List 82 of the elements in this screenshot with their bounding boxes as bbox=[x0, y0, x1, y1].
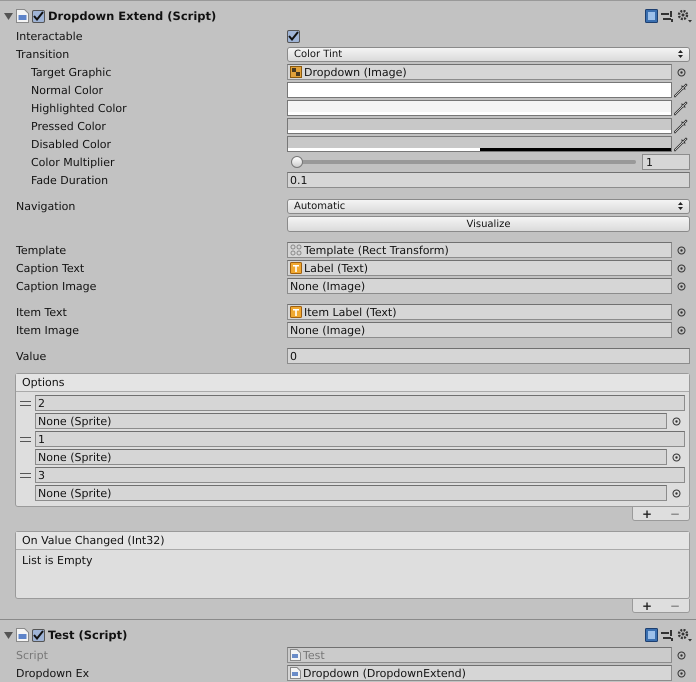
eyedropper-icon[interactable] bbox=[674, 82, 688, 98]
add-button[interactable]: + bbox=[642, 600, 652, 612]
property-label: Caption Text bbox=[15, 262, 86, 274]
object-field[interactable]: None (Image) bbox=[287, 278, 672, 294]
dropdown-arrows-icon bbox=[678, 202, 683, 210]
rect-transform-icon bbox=[290, 244, 302, 256]
object-field[interactable]: None (Sprite) bbox=[35, 449, 667, 465]
dropdown[interactable]: Automatic bbox=[287, 198, 690, 214]
slider-thumb[interactable] bbox=[291, 156, 303, 168]
object-picker-icon[interactable] bbox=[672, 416, 680, 426]
color-field[interactable] bbox=[287, 118, 672, 134]
object-field[interactable]: None (Image) bbox=[287, 322, 672, 338]
foldout-arrow-icon[interactable] bbox=[4, 630, 13, 640]
property-label: Pressed Color bbox=[30, 120, 107, 132]
object-field[interactable]: Template (Rect Transform) bbox=[287, 242, 672, 258]
script-file-icon bbox=[290, 649, 301, 661]
object-field[interactable]: Dropdown (DropdownExtend) bbox=[287, 665, 672, 681]
text-component-icon bbox=[290, 306, 302, 318]
sliders-icon[interactable] bbox=[661, 628, 674, 642]
property-label: Fade Duration bbox=[30, 174, 110, 186]
event-header: On Value Changed (Int32) bbox=[16, 532, 689, 550]
property-label: Highlighted Color bbox=[30, 102, 128, 114]
foldout-arrow-icon[interactable] bbox=[4, 12, 13, 20]
script-file-icon bbox=[290, 667, 301, 679]
property-label: Transition bbox=[15, 48, 70, 60]
text-field[interactable]: 2 bbox=[35, 395, 685, 411]
text-field[interactable]: 1 bbox=[35, 431, 685, 447]
property-label: Interactable bbox=[15, 30, 84, 42]
settings-icon[interactable] bbox=[677, 9, 692, 23]
script-file-icon bbox=[16, 9, 29, 23]
property-label: Color Multiplier bbox=[30, 156, 116, 168]
sliders-icon[interactable] bbox=[661, 10, 674, 22]
component-title: Test (Script) bbox=[48, 628, 128, 642]
property-label: Caption Image bbox=[15, 280, 98, 292]
property-label: Target Graphic bbox=[30, 66, 112, 78]
empty-list-text: List is Empty bbox=[22, 554, 92, 567]
number-field[interactable]: 0.1 bbox=[287, 172, 690, 188]
property-label: Item Image bbox=[15, 324, 80, 336]
property-label: Script bbox=[15, 648, 49, 662]
add-button[interactable]: + bbox=[642, 508, 652, 520]
text-field[interactable]: 3 bbox=[35, 467, 685, 483]
enabled-checkbox[interactable] bbox=[32, 10, 45, 22]
number-field[interactable]: 1 bbox=[642, 154, 690, 170]
settings-icon[interactable] bbox=[677, 628, 692, 642]
property-label: Normal Color bbox=[30, 84, 104, 96]
eyedropper-icon[interactable] bbox=[674, 136, 688, 152]
visualize-button[interactable]: Visualize bbox=[287, 216, 690, 232]
drag-handle-icon[interactable] bbox=[20, 401, 31, 406]
property-label: Dropdown Ex bbox=[15, 666, 90, 680]
color-field[interactable] bbox=[287, 82, 672, 98]
object-field[interactable]: None (Sprite) bbox=[35, 413, 667, 429]
object-picker-icon[interactable] bbox=[676, 68, 686, 76]
slider[interactable] bbox=[291, 156, 636, 168]
object-field[interactable]: None (Sprite) bbox=[35, 485, 667, 501]
component-title: Dropdown Extend (Script) bbox=[48, 9, 218, 23]
color-field[interactable] bbox=[287, 136, 672, 152]
script-file-icon bbox=[16, 628, 29, 642]
dropdown-arrows-icon bbox=[678, 50, 683, 58]
object-field[interactable]: Dropdown (Image) bbox=[287, 64, 672, 80]
help-book-icon[interactable] bbox=[645, 9, 658, 23]
eyedropper-icon[interactable] bbox=[674, 100, 688, 116]
property-label: Value bbox=[15, 350, 48, 362]
object-picker-icon[interactable] bbox=[672, 452, 680, 462]
property-label: Navigation bbox=[15, 200, 76, 212]
object-field[interactable]: Item Label (Text) bbox=[287, 304, 672, 320]
enabled-checkbox[interactable] bbox=[32, 628, 45, 642]
object-field[interactable]: Label (Text) bbox=[287, 260, 672, 276]
number-field[interactable]: 0 bbox=[287, 348, 690, 364]
checkbox[interactable] bbox=[287, 30, 300, 42]
help-book-icon[interactable] bbox=[645, 628, 658, 642]
property-label: Item Text bbox=[15, 306, 68, 318]
object-picker-icon[interactable] bbox=[672, 488, 680, 498]
dropdown[interactable]: Color Tint bbox=[287, 46, 690, 62]
drag-handle-icon[interactable] bbox=[20, 473, 31, 478]
drag-handle-icon[interactable] bbox=[20, 437, 31, 442]
property-label: Disabled Color bbox=[30, 138, 112, 150]
property-label: Template bbox=[15, 244, 68, 256]
image-icon bbox=[290, 66, 302, 78]
color-field[interactable] bbox=[287, 100, 672, 116]
eyedropper-icon[interactable] bbox=[674, 118, 688, 134]
text-component-icon bbox=[290, 262, 302, 274]
list-header: Options bbox=[16, 374, 689, 392]
